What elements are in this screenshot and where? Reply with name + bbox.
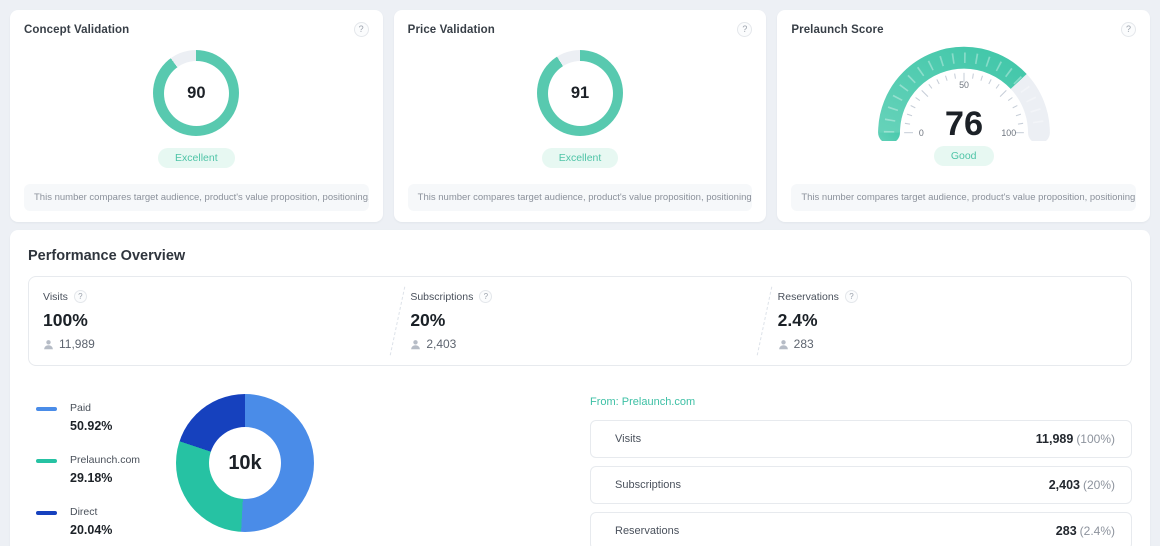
gauge-chart: 0 50 100 76: [866, 39, 1062, 146]
legend-color-dash: [36, 459, 57, 463]
dashboard-page: Concept Validation ? 90 Excellent This n…: [0, 0, 1160, 546]
score-value: 91: [547, 60, 613, 126]
legend-percent: 20.04%: [70, 523, 113, 537]
source-breakdown-table: From: Prelaunch.com Visits 11,989 (100%) …: [590, 394, 1132, 546]
stat-percent: 2.4%: [777, 310, 818, 330]
gauge-max-label: 100: [1001, 128, 1016, 138]
stat-count-value: 283: [793, 337, 814, 351]
row-percent: (20%): [1082, 478, 1115, 492]
stat-percent: 100%: [43, 310, 88, 330]
donut-center-total: 10k: [209, 427, 281, 499]
funnel-stats-row: Visits ? 100% 11,989 Subscriptions ? 20%: [28, 276, 1132, 366]
person-icon: [44, 339, 53, 349]
legend-item-paid: Paid 50.92%: [36, 402, 154, 433]
row-label: Visits: [615, 433, 642, 445]
traffic-donut-block: Paid 50.92% Prelaunch.com 29.18% Direct …: [28, 394, 590, 546]
card-title: Prelaunch Score: [791, 23, 884, 36]
gauge-mid-label: 50: [959, 80, 969, 90]
traffic-donut: 10k: [176, 394, 314, 532]
stat-label: Reservations: [777, 290, 839, 303]
stat-reservations: Reservations ? 2.4% 283: [764, 290, 1131, 351]
card-header: Prelaunch Score ?: [791, 22, 1137, 37]
score-badge: Excellent: [541, 148, 619, 168]
card-header: Concept Validation ?: [24, 22, 369, 37]
score-ring-chart: 91: [537, 50, 623, 136]
legend-color-dash: [36, 407, 57, 411]
legend-label: Prelaunch.com: [70, 454, 141, 466]
legend-percent: 50.92%: [70, 419, 113, 433]
legend-color-dash: [36, 511, 57, 515]
legend-percent: 29.18%: [70, 471, 113, 485]
gauge-min-label: 0: [919, 128, 924, 138]
card-header: Price Validation ?: [408, 22, 753, 37]
row-value: 283 (2.4%): [1055, 524, 1115, 538]
legend-item-direct: Direct 20.04%: [36, 506, 154, 537]
table-row: Reservations 283 (2.4%): [590, 512, 1132, 546]
person-icon: [778, 339, 788, 349]
stat-count-value: 11,989: [59, 337, 95, 351]
legend-label: Paid: [70, 402, 92, 414]
prelaunch-score-card: Prelaunch Score ? 0 50 100 76 Good This …: [777, 10, 1151, 222]
card-title: Concept Validation: [24, 23, 130, 36]
score-cards-row: Concept Validation ? 90 Excellent This n…: [10, 10, 1151, 222]
stat-count-value: 2,403: [426, 337, 457, 351]
traffic-section: Paid 50.92% Prelaunch.com 29.18% Direct …: [28, 394, 1132, 546]
stat-subscriptions: Subscriptions ? 20% 2,403: [396, 290, 763, 351]
row-percent: (100%): [1076, 432, 1115, 446]
stat-label: Visits: [43, 290, 68, 303]
table-row: Subscriptions 2,403 (20%): [590, 466, 1132, 504]
row-percent: (2.4%): [1079, 524, 1115, 538]
person-icon: [411, 339, 421, 349]
donut-legend: Paid 50.92% Prelaunch.com 29.18% Direct …: [36, 394, 154, 546]
stat-visits: Visits ? 100% 11,989: [29, 290, 396, 351]
card-title: Price Validation: [407, 23, 495, 36]
row-value: 11,989 (100%): [1035, 432, 1115, 446]
score-badge: Good: [933, 146, 994, 166]
card-footer-note: This number compares target audience, pr…: [407, 184, 753, 211]
score-value: 90: [163, 60, 229, 126]
score-value: 76: [945, 105, 983, 141]
card-footer-note: This number compares target audience, pr…: [791, 184, 1137, 211]
stat-percent: 20%: [410, 310, 446, 330]
table-row: Visits 11,989 (100%): [590, 420, 1132, 458]
performance-overview-panel: Performance Overview Visits ? 100% 11,98…: [10, 230, 1150, 546]
price-validation-card: Price Validation ? 91 Excellent This num…: [393, 10, 767, 222]
legend-label: Direct: [70, 506, 98, 518]
source-label: From: Prelaunch.com: [590, 396, 696, 408]
row-label: Reservations: [615, 525, 680, 537]
score-ring-chart: 90: [153, 50, 240, 136]
row-value: 2,403 (20%): [1048, 478, 1115, 492]
card-footer-note: This number compares target audience, pr…: [24, 184, 369, 211]
row-label: Subscriptions: [615, 479, 682, 491]
help-icon[interactable]: ?: [1121, 22, 1137, 37]
stat-label: Subscriptions: [410, 290, 474, 303]
help-icon[interactable]: ?: [844, 290, 858, 303]
help-icon[interactable]: ?: [73, 290, 87, 303]
help-icon[interactable]: ?: [737, 22, 753, 37]
panel-title: Performance Overview: [28, 248, 186, 264]
score-badge: Excellent: [158, 148, 235, 168]
legend-item-prelaunch: Prelaunch.com 29.18%: [36, 454, 154, 485]
help-icon[interactable]: ?: [479, 290, 493, 303]
concept-validation-card: Concept Validation ? 90 Excellent This n…: [10, 10, 383, 222]
help-icon[interactable]: ?: [353, 22, 369, 37]
